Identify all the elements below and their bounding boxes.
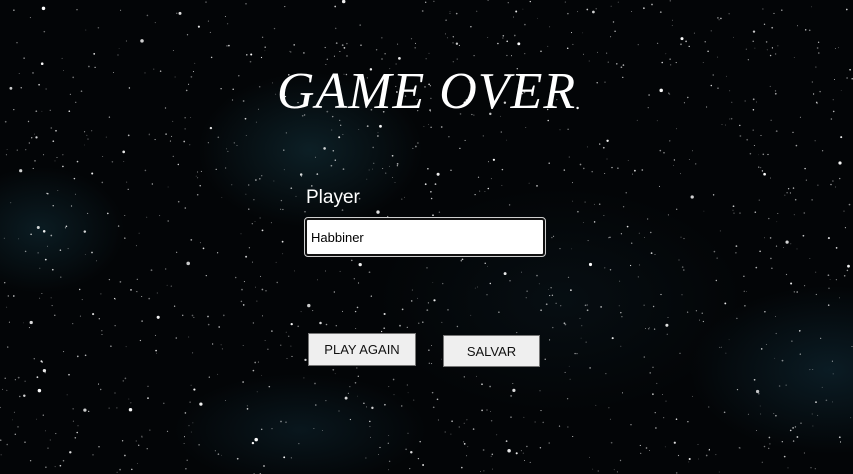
game-over-title: GAME OVER <box>276 63 577 120</box>
save-button[interactable]: SALVAR <box>443 335 540 367</box>
player-label: Player <box>306 187 360 208</box>
player-name-input[interactable] <box>304 217 546 257</box>
play-again-button[interactable]: PLAY AGAIN <box>308 333 416 366</box>
